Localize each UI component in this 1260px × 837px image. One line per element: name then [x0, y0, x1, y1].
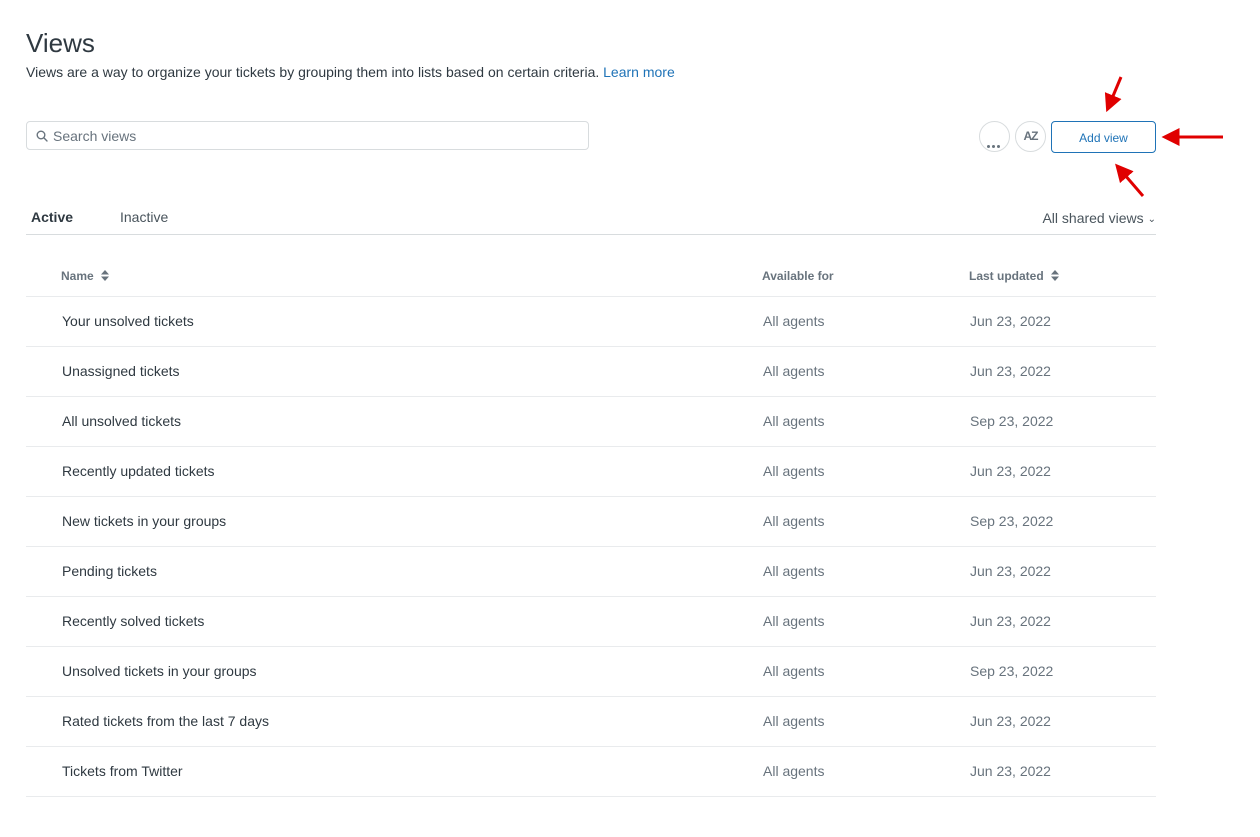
chevron-down-icon: ⌄ — [1147, 214, 1156, 225]
available-for: All agents — [763, 463, 825, 479]
last-updated: Sep 23, 2022 — [970, 513, 1054, 529]
page-title: Views — [26, 28, 95, 58]
view-name[interactable]: Recently solved tickets — [62, 613, 204, 629]
table-row[interactable]: All unsolved tickets All agents Sep 23, 20… — [26, 397, 1156, 447]
search-icon — [36, 130, 48, 142]
column-label-name: Name — [61, 269, 94, 283]
view-name[interactable]: Unassigned tickets — [62, 363, 180, 379]
table-row[interactable]: Recently updated tickets All agents Jun 23… — [26, 447, 1156, 497]
available-for: All agents — [763, 413, 825, 429]
sort-az-icon: AZ — [1023, 129, 1039, 143]
page-description: Views are a way to organize your tickets… — [26, 64, 675, 80]
description-text: Views are a way to organize your tickets… — [26, 64, 600, 80]
sort-alphabetical-button[interactable]: AZ — [1015, 121, 1046, 152]
tab-inactive[interactable]: Inactive — [120, 209, 168, 225]
learn-more-link[interactable]: Learn more — [603, 64, 675, 80]
sort-icon — [101, 270, 110, 281]
search-input[interactable] — [53, 122, 573, 149]
available-for: All agents — [763, 513, 825, 529]
view-name[interactable]: Recently updated tickets — [62, 463, 215, 479]
table-row[interactable]: Your unsolved tickets All agents Jun 23, 2… — [26, 297, 1156, 347]
view-tabs: Active Inactive All shared views ⌄ — [26, 206, 1156, 235]
last-updated: Jun 23, 2022 — [970, 763, 1051, 779]
sort-icon — [1051, 270, 1060, 281]
available-for: All agents — [763, 763, 825, 779]
last-updated: Jun 23, 2022 — [970, 613, 1051, 629]
last-updated: Jun 23, 2022 — [970, 313, 1051, 329]
add-view-button[interactable]: Add view — [1051, 121, 1156, 153]
search-box[interactable] — [26, 121, 589, 150]
table-row[interactable]: Rated tickets from the last 7 days All ag… — [26, 697, 1156, 747]
shared-views-filter[interactable]: All shared views ⌄ — [1042, 210, 1156, 226]
table-row[interactable]: Tickets from Twitter All agents Jun 23, 20… — [26, 747, 1156, 797]
table-row[interactable]: Pending tickets All agents Jun 23, 2022 — [26, 547, 1156, 597]
views-table-body: Your unsolved tickets All agents Jun 23, 2… — [26, 297, 1156, 797]
available-for: All agents — [763, 713, 825, 729]
available-for: All agents — [763, 563, 825, 579]
table-row[interactable]: Unassigned tickets All agents Jun 23, 2022 — [26, 347, 1156, 397]
view-name[interactable]: Pending tickets — [62, 563, 157, 579]
table-header: Name Available for Last updated — [26, 258, 1156, 297]
tab-active[interactable]: Active — [31, 209, 73, 225]
view-name[interactable]: All unsolved tickets — [62, 413, 181, 429]
column-header-available: Available for — [762, 269, 834, 283]
arrow-annotation-top — [1104, 76, 1123, 113]
last-updated: Sep 23, 2022 — [970, 413, 1054, 429]
column-header-name[interactable]: Name — [61, 269, 110, 283]
last-updated: Jun 23, 2022 — [970, 363, 1051, 379]
available-for: All agents — [763, 363, 825, 379]
more-options-button[interactable] — [979, 121, 1010, 152]
filter-label: All shared views — [1042, 210, 1144, 226]
available-for: All agents — [763, 663, 825, 679]
available-for: All agents — [763, 613, 825, 629]
view-name[interactable]: Your unsolved tickets — [62, 313, 194, 329]
more-dots-icon — [987, 135, 1002, 153]
column-header-updated[interactable]: Last updated — [969, 269, 1060, 283]
view-name[interactable]: Rated tickets from the last 7 days — [62, 713, 269, 729]
table-row[interactable]: Unsolved tickets in your groups All agent… — [26, 647, 1156, 697]
view-name[interactable]: Tickets from Twitter — [62, 763, 183, 779]
table-row[interactable]: New tickets in your groups All agents Sep … — [26, 497, 1156, 547]
last-updated: Jun 23, 2022 — [970, 713, 1051, 729]
last-updated: Jun 23, 2022 — [970, 563, 1051, 579]
view-name[interactable]: Unsolved tickets in your groups — [62, 663, 257, 679]
last-updated: Sep 23, 2022 — [970, 663, 1054, 679]
arrow-annotation-bottom — [1115, 163, 1145, 197]
view-name[interactable]: New tickets in your groups — [62, 513, 226, 529]
last-updated: Jun 23, 2022 — [970, 463, 1051, 479]
column-label-updated: Last updated — [969, 269, 1044, 283]
available-for: All agents — [763, 313, 825, 329]
table-row[interactable]: Recently solved tickets All agents Jun 23,… — [26, 597, 1156, 647]
